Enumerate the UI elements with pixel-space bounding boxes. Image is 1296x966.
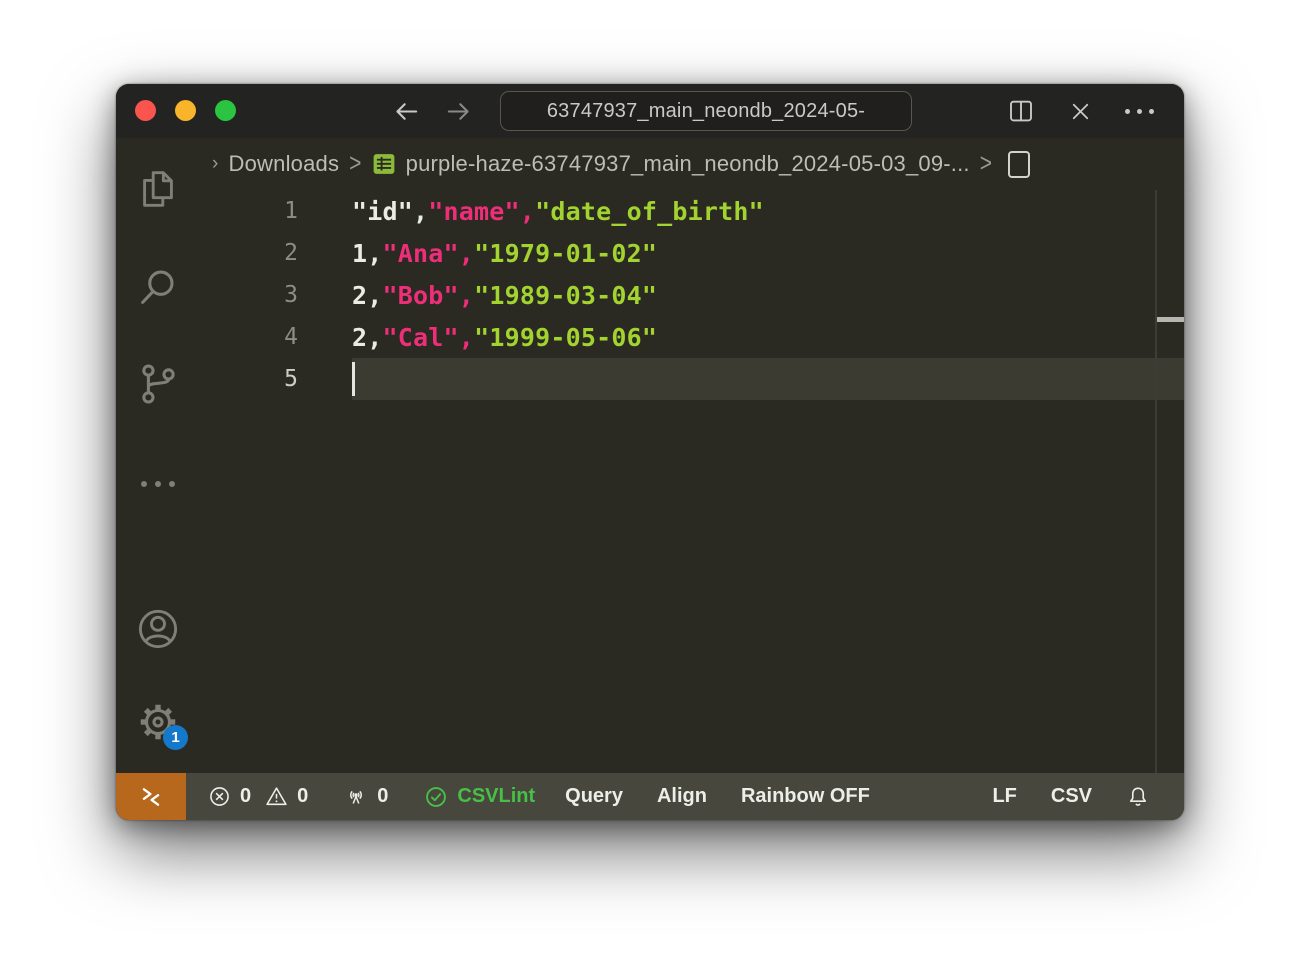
code-line-3[interactable]: 32,"Bob","1989-03-04" <box>200 274 1184 316</box>
breadcrumb-item-downloads[interactable]: Downloads <box>229 151 340 177</box>
language-label: CSV <box>1051 785 1092 808</box>
overview-ruler-marker[interactable] <box>1157 317 1184 322</box>
code-token: , <box>520 197 535 226</box>
code-token: "id" <box>352 197 413 226</box>
code-token: , <box>367 281 382 310</box>
vscode-window: 63747937_main_neondb_2024-05- <box>116 84 1184 820</box>
more-views-icon[interactable] <box>141 479 175 489</box>
code-editor[interactable]: 1"id","name","date_of_birth"21,"Ana","19… <box>200 190 1184 773</box>
csvlint-label: CSVLint <box>457 785 535 808</box>
csv-file-icon <box>372 152 396 176</box>
more-actions-icon[interactable] <box>1125 109 1154 114</box>
align-label: Align <box>657 785 707 808</box>
code-token: , <box>367 323 382 352</box>
align-button[interactable]: Align <box>657 785 707 808</box>
line-number: 2 <box>200 240 298 266</box>
ports-count: 0 <box>377 785 388 808</box>
editor-scrollbar-divider <box>1155 190 1157 773</box>
eol-label: LF <box>992 785 1016 808</box>
breadcrumb: › Downloads > purple-haze-63747937_main_… <box>200 138 1184 190</box>
code-token: , <box>459 323 474 352</box>
settings-icon[interactable]: 1 <box>135 699 181 745</box>
rainbow-label: Rainbow OFF <box>741 785 870 808</box>
eol-indicator[interactable]: LF <box>992 785 1016 808</box>
close-icon[interactable] <box>1067 98 1094 125</box>
check-circle-icon <box>424 785 448 809</box>
editor-area: › Downloads > purple-haze-63747937_main_… <box>200 138 1184 773</box>
line-number: 1 <box>200 198 298 224</box>
code-line-4[interactable]: 42,"Cal","1999-05-06" <box>200 316 1184 358</box>
error-icon <box>208 785 231 808</box>
code-lines: 1"id","name","date_of_birth"21,"Ana","19… <box>200 190 1184 400</box>
line-content: 2,"Bob","1989-03-04" <box>352 281 657 310</box>
settings-badge: 1 <box>163 725 188 750</box>
split-editor-icon[interactable] <box>1006 96 1036 126</box>
notifications-bell[interactable] <box>1126 785 1150 809</box>
code-token: "Ana" <box>383 239 459 268</box>
code-token: , <box>367 239 382 268</box>
code-token: "Cal" <box>383 323 459 352</box>
code-line-5[interactable]: 5 <box>200 358 1184 400</box>
back-icon[interactable] <box>392 97 421 126</box>
chevron-right-icon: > <box>980 149 992 179</box>
title-bar: 63747937_main_neondb_2024-05- <box>116 84 1184 138</box>
query-button[interactable]: Query <box>565 785 623 808</box>
line-number: 3 <box>200 282 298 308</box>
line-number: 5 <box>200 366 298 392</box>
activity-bar: 1 <box>116 138 200 773</box>
traffic-lights <box>135 100 236 121</box>
rainbow-toggle[interactable]: Rainbow OFF <box>741 785 870 808</box>
radio-tower-icon <box>344 785 368 809</box>
line-content: 2,"Cal","1999-05-06" <box>352 323 657 352</box>
code-token: "1999-05-06" <box>474 323 657 352</box>
error-count: 0 <box>240 785 251 808</box>
search-icon[interactable] <box>135 265 181 311</box>
text-cursor <box>352 362 355 396</box>
code-token: 2 <box>352 323 367 352</box>
line-number: 4 <box>200 324 298 350</box>
code-token: "1989-03-04" <box>474 281 657 310</box>
account-icon[interactable] <box>135 606 181 652</box>
ports-indicator[interactable]: 0 <box>344 785 388 809</box>
breadcrumb-symbol-icon[interactable] <box>1008 151 1030 178</box>
code-token: "Bob" <box>383 281 459 310</box>
command-center-search[interactable]: 63747937_main_neondb_2024-05- <box>500 91 912 131</box>
line-content: 1,"Ana","1979-01-02" <box>352 239 657 268</box>
code-token: 2 <box>352 281 367 310</box>
chevron-right-icon: > <box>349 149 361 179</box>
code-token: "date_of_birth" <box>535 197 764 226</box>
remote-indicator[interactable] <box>116 773 186 820</box>
code-token: , <box>459 239 474 268</box>
code-line-2[interactable]: 21,"Ana","1979-01-02" <box>200 232 1184 274</box>
code-line-1[interactable]: 1"id","name","date_of_birth" <box>200 190 1184 232</box>
status-bar: 0 0 0 CSVLint Query Align Rainbow OFF LF… <box>116 773 1184 820</box>
code-token: "name" <box>428 197 520 226</box>
breadcrumb-collapsed-chevron[interactable]: › <box>212 153 219 175</box>
files-icon[interactable] <box>135 166 181 212</box>
close-window-button[interactable] <box>135 100 156 121</box>
remote-icon <box>138 784 164 810</box>
problems-indicator[interactable]: 0 0 <box>208 785 308 808</box>
line-content: "id","name","date_of_birth" <box>352 197 764 226</box>
zoom-window-button[interactable] <box>215 100 236 121</box>
language-indicator[interactable]: CSV <box>1051 785 1092 808</box>
line-content <box>352 362 355 396</box>
code-token: 1 <box>352 239 367 268</box>
current-line-highlight <box>352 358 1184 400</box>
breadcrumb-item-file[interactable]: purple-haze-63747937_main_neondb_2024-05… <box>406 151 970 177</box>
forward-icon[interactable] <box>444 97 473 126</box>
bell-icon <box>1126 785 1150 809</box>
query-label: Query <box>565 785 623 808</box>
csvlint-status[interactable]: CSVLint <box>424 785 535 809</box>
warning-count: 0 <box>297 785 308 808</box>
window-title: 63747937_main_neondb_2024-05- <box>547 100 865 123</box>
code-token: "1979-01-02" <box>474 239 657 268</box>
warning-icon <box>265 785 288 808</box>
source-control-icon[interactable] <box>135 361 181 407</box>
code-token: , <box>459 281 474 310</box>
minimize-window-button[interactable] <box>175 100 196 121</box>
code-token: , <box>413 197 428 226</box>
